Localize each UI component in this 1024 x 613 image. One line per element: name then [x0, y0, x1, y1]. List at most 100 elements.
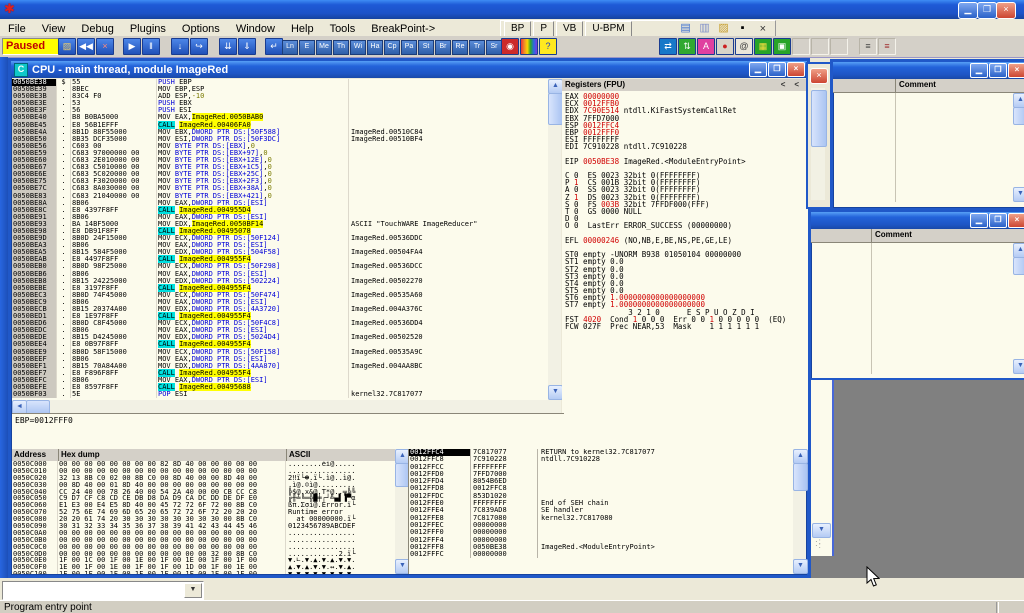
disasm-row[interactable]: 0050BEFE.E8 8597F8FFCALL ImageRed.004956…: [12, 384, 548, 391]
register-row[interactable]: EFL 00000246 (NO,NB,E,BE,NS,PE,GE,LE): [565, 237, 810, 244]
comment-window-top-titlebar[interactable]: ▁ ❐ ×: [833, 62, 1024, 79]
restore-button[interactable]: ❐: [977, 2, 997, 19]
register-row[interactable]: EIP 0050BE38 ImageRed.<ModuleEntryPoint>: [565, 158, 810, 165]
stack-row[interactable]: 0012FFC87C910228ntdll.7C910228: [409, 456, 794, 463]
register-row[interactable]: FCW 027F Prec NEAR,53 Mask 1 1 1 1 1 1: [565, 323, 810, 330]
stack-row[interactable]: 0012FFE87C817080kernel32.7C817080: [409, 515, 794, 522]
toolbar-button-ln[interactable]: Ln: [282, 40, 298, 55]
background-window-scrollbar[interactable]: [811, 88, 825, 200]
animate-over-icon[interactable]: ⇓: [238, 38, 256, 55]
stack-row[interactable]: 0012FFE0FFFFFFFFEnd of SEH chain: [409, 500, 794, 507]
scroll-down-icon[interactable]: ▼: [793, 559, 808, 574]
registers-pane[interactable]: EAX 00000000ECX 0012FFB0EDX 7C90E514 ntd…: [562, 91, 810, 451]
number-grid-icon[interactable]: ▦: [754, 38, 772, 55]
run-icon[interactable]: ▶: [123, 38, 141, 55]
scroll-up-icon[interactable]: ▲: [1013, 243, 1024, 258]
toolbar-button-sr[interactable]: Sr: [486, 40, 502, 55]
disasm-row[interactable]: 0050BF03.5EPOP ESIkernel32.7C817077: [12, 391, 548, 398]
dump-row[interactable]: 0050C1001F 00 1F 00 1F 00 1F 00 1F 00 1F…: [12, 571, 395, 574]
scroll-down-icon[interactable]: ▼: [548, 385, 563, 400]
step-over-icon[interactable]: ↪: [190, 38, 208, 55]
command-input[interactable]: [3, 588, 5, 598]
comment-window-top-header[interactable]: Comment: [833, 79, 1024, 93]
breakpoint-list-1-icon[interactable]: ≡: [859, 38, 877, 55]
disasm-row[interactable]: 0050BE8C.E8 4397F8FFCALL ImageRed.004955…: [12, 207, 548, 214]
notes-icon[interactable]: ▥: [697, 22, 713, 36]
toolbar-button-e[interactable]: E: [299, 40, 315, 55]
stack-row[interactable]: 0012FFF80050BE38ImageRed.<ModuleEntryPoi…: [409, 544, 794, 551]
blank-1-icon[interactable]: [792, 38, 810, 55]
folder-icon[interactable]: ▨: [716, 22, 732, 36]
minimize-button[interactable]: ▁: [958, 2, 978, 19]
toolbar-button-pa[interactable]: Pa: [401, 40, 417, 55]
open-file-icon[interactable]: ▨: [58, 38, 76, 55]
stack-row[interactable]: 0012FFEC00000000: [409, 522, 794, 529]
scroll-thumb[interactable]: [1013, 107, 1024, 125]
scroll-thumb[interactable]: [811, 90, 827, 147]
cpu-close-button[interactable]: ×: [787, 62, 805, 77]
fingerprint-icon[interactable]: @: [735, 38, 753, 55]
comment-window-middle-titlebar[interactable]: ▁ ❐ ×: [811, 212, 1024, 229]
disasm-row[interactable]: 0050BEE9.8B0D 58F15000MOV ECX,DWORD PTR …: [12, 349, 548, 356]
disasm-row[interactable]: 0050BE3B.83C4 F0ADD ESP,-10: [12, 93, 548, 100]
disasm-row[interactable]: 0050BE38$55PUSH EBP: [12, 79, 548, 86]
scroll-down-icon[interactable]: ▼: [1013, 187, 1024, 202]
animate-into-icon[interactable]: ⇊: [219, 38, 237, 55]
restart-icon[interactable]: ◀◀: [77, 38, 95, 55]
console-icon[interactable]: ▪: [735, 22, 751, 36]
stack-row[interactable]: 0012FFFC00000000: [409, 551, 794, 558]
copy-doc-icon[interactable]: ▤: [678, 22, 694, 36]
stack-row[interactable]: 0012FFD07FFD7000: [409, 471, 794, 478]
minimize-button[interactable]: ▁: [970, 63, 988, 78]
combo-dropdown-icon[interactable]: ▼: [184, 583, 202, 598]
screen-green-icon[interactable]: ▣: [773, 38, 791, 55]
assemble-icon[interactable]: A: [697, 38, 715, 55]
scroll-thumb[interactable]: [1013, 257, 1024, 275]
toolbar-button-tr[interactable]: Tr: [469, 40, 485, 55]
execute-till-return-icon[interactable]: ↵: [265, 38, 283, 55]
disasm-row[interactable]: 0050BEF7.E8 F896F8FFCALL ImageRed.004955…: [12, 370, 548, 377]
toolbar-button-wi[interactable]: Wi: [350, 40, 366, 55]
info-pane[interactable]: EBP=0012FFF0: [12, 413, 564, 452]
toolbar-button-br[interactable]: Br: [435, 40, 451, 55]
dump-pane[interactable]: 0050C00000 00 00 00 00 00 00 00 82 8D 40…: [12, 461, 395, 574]
stack-pane[interactable]: 0012FFC47C817077RETURN to kernel32.7C817…: [408, 449, 794, 574]
minimize-button[interactable]: ▁: [970, 213, 988, 228]
register-row[interactable]: EDI 7C910228 ntdll.7C910228: [565, 143, 810, 150]
record-dot-icon[interactable]: ●: [716, 38, 734, 55]
close-button[interactable]: ×: [1008, 63, 1024, 78]
comment-window-top-scrollbar[interactable]: ▲ ▼: [1013, 93, 1024, 202]
comment-window-middle-header[interactable]: Comment: [811, 229, 1024, 243]
disasm-hscrollbar[interactable]: ◄: [12, 400, 561, 413]
plugin-button-vb[interactable]: VB: [556, 21, 583, 37]
disasm-scrollbar[interactable]: ▲ ▼: [548, 79, 561, 400]
breakpoint-list-2-icon[interactable]: ≡: [878, 38, 896, 55]
maximize-button[interactable]: ❐: [989, 63, 1007, 78]
registers-scroll-arrows[interactable]: < <: [781, 79, 807, 91]
options-icon[interactable]: ◉: [501, 38, 519, 55]
toolbar-button-ha[interactable]: Ha: [367, 40, 383, 55]
stack-row[interactable]: 0012FFF000000000: [409, 529, 794, 536]
disasm-address[interactable]: 0050BF03: [12, 391, 56, 398]
stack-address[interactable]: 0012FFFC: [409, 551, 470, 558]
close-button[interactable]: ×: [996, 2, 1016, 19]
disassembly-pane[interactable]: 0050BE38$55PUSH EBP0050BE39.8BECMOV EBP,…: [12, 79, 548, 400]
resize-grip-icon[interactable]: ·: ·:: [815, 540, 829, 552]
disasm-row[interactable]: 0050BE9D.8B0D 24F15000MOV ECX,DWORD PTR …: [12, 235, 548, 242]
close-program-icon[interactable]: ×: [96, 38, 114, 55]
disasm-row[interactable]: 0050BED6.8B0D C8F45000MOV ECX,DWORD PTR …: [12, 320, 548, 327]
plugin-button-bp[interactable]: BP: [504, 21, 531, 37]
blank-2-icon[interactable]: [811, 38, 829, 55]
toolbar-button-cp[interactable]: Cp: [384, 40, 400, 55]
stack-scroll-thumb[interactable]: [793, 463, 808, 491]
plugin-close-button[interactable]: ×: [754, 22, 772, 36]
stack-row[interactable]: 0012FFD80012FFC8: [409, 485, 794, 492]
disasm-row[interactable]: 0050BE3E.53PUSH EBX: [12, 100, 548, 107]
dump-scrollbar[interactable]: ▲ ▼: [395, 449, 408, 574]
stack-row[interactable]: 0012FFCCFFFFFFFF: [409, 464, 794, 471]
register-row[interactable]: T 0 GS 0000 NULL: [565, 208, 810, 215]
toolbar-button-th[interactable]: Th: [333, 40, 349, 55]
help-icon[interactable]: ?: [539, 38, 557, 55]
scroll-up-icon[interactable]: ▲: [1013, 93, 1024, 108]
close-button[interactable]: ×: [1008, 213, 1024, 228]
